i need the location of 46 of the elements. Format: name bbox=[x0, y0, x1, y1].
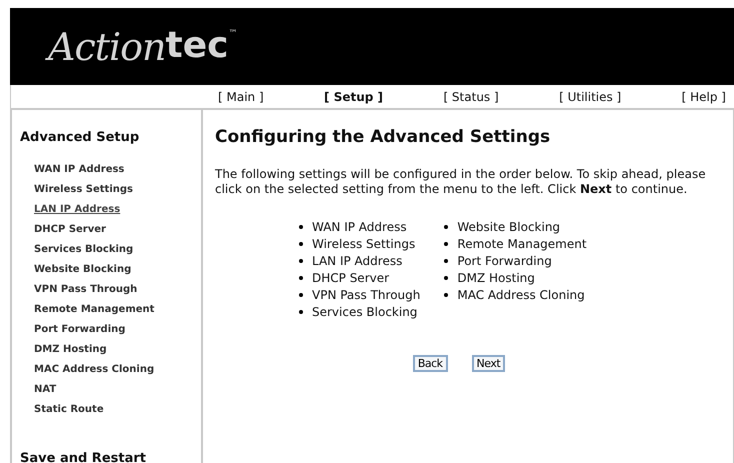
sidebar-link[interactable]: DHCP Server bbox=[34, 222, 106, 236]
list-item: LAN IP Address bbox=[312, 253, 402, 270]
list-item: WAN IP Address bbox=[312, 219, 407, 236]
back-button[interactable]: Back bbox=[412, 354, 448, 372]
list-item: Services Blocking bbox=[312, 304, 418, 321]
bullet-icon bbox=[444, 225, 448, 229]
bullet-icon bbox=[299, 310, 303, 314]
list-item: MAC Address Cloning bbox=[457, 287, 585, 304]
sidebar-link[interactable]: Remote Management bbox=[34, 302, 154, 316]
sidebar-link[interactable]: Website Blocking bbox=[34, 262, 132, 276]
page-heading: Configuring the Advanced Settings bbox=[215, 126, 552, 149]
sidebar-link[interactable]: Wireless Settings bbox=[34, 182, 133, 196]
bullet-icon bbox=[444, 259, 448, 263]
sidebar-link[interactable]: Services Blocking bbox=[34, 242, 134, 256]
list-item: Port Forwarding bbox=[457, 253, 552, 270]
sidebar-link[interactable]: WAN IP Address bbox=[34, 162, 124, 176]
bullet-icon bbox=[299, 242, 303, 246]
sidebar-link[interactable]: VPN Pass Through bbox=[34, 282, 138, 296]
bullet-icon bbox=[299, 259, 303, 263]
list-item: DMZ Hosting bbox=[457, 270, 535, 287]
bullet-icon bbox=[444, 242, 448, 246]
list-item: Wireless Settings bbox=[312, 236, 416, 253]
list-item: VPN Pass Through bbox=[312, 287, 420, 304]
list-item: DHCP Server bbox=[312, 270, 390, 287]
sidebar-link[interactable]: MAC Address Cloning bbox=[34, 362, 154, 376]
sidebar-link[interactable]: Static Route bbox=[34, 402, 104, 416]
bullet-icon bbox=[444, 276, 448, 280]
nav-tab[interactable]: [ Setup ] bbox=[324, 88, 384, 106]
bullet-icon bbox=[299, 293, 303, 297]
sidebar-heading: Save and Restart bbox=[20, 450, 147, 463]
sidebar-link[interactable]: NAT bbox=[34, 382, 56, 396]
sidebar-link[interactable]: DMZ Hosting bbox=[34, 342, 107, 356]
nav-tab[interactable]: [ Help ] bbox=[682, 88, 726, 106]
bullet-icon bbox=[299, 276, 303, 280]
sidebar-heading: Advanced Setup bbox=[20, 129, 140, 147]
list-item: Remote Management bbox=[457, 236, 587, 253]
bullet-icon bbox=[444, 293, 448, 297]
intro-paragraph: The following settings will be configured in the order below. To skip ahead, please click on the selected setting from the menu to the left. Click Next to continue. bbox=[215, 166, 707, 196]
bullet-icon bbox=[299, 225, 303, 229]
nav-tab[interactable]: [ Status ] bbox=[443, 88, 499, 106]
sidebar-link[interactable]: LAN IP Address bbox=[34, 202, 120, 216]
list-item: Website Blocking bbox=[457, 219, 560, 236]
nav-tab[interactable]: [ Utilities ] bbox=[559, 88, 622, 106]
nav-tab[interactable]: [ Main ] bbox=[218, 88, 264, 106]
sidebar-link[interactable]: Port Forwarding bbox=[34, 322, 126, 336]
next-button[interactable]: Next bbox=[472, 354, 506, 372]
